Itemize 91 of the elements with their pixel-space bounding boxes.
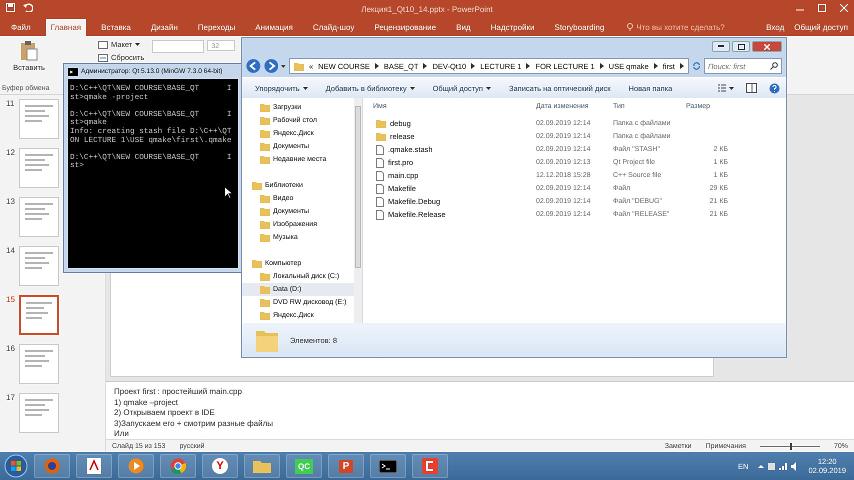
chevron-icon xyxy=(600,63,604,69)
reset-icon xyxy=(98,54,108,62)
app-logo: P xyxy=(338,460,354,472)
slide-thumbnail[interactable] xyxy=(19,393,59,433)
ribbon-tab[interactable]: Дизайн xyxy=(146,18,183,36)
taskbar-app[interactable] xyxy=(412,454,448,478)
play-icon xyxy=(128,458,144,474)
search-icon xyxy=(770,62,778,70)
dropdown-icon xyxy=(302,86,308,90)
slide-thumbnail[interactable] xyxy=(19,344,59,384)
dropdown-icon xyxy=(135,43,140,46)
ribbon-tab[interactable]: Переходы xyxy=(192,18,240,36)
slide-number: 11 xyxy=(6,99,16,108)
taskbar-app[interactable] xyxy=(370,454,406,478)
browser-icon xyxy=(170,458,186,474)
slide-number: 12 xyxy=(6,148,16,157)
maximize-icon[interactable] xyxy=(818,4,826,12)
lightbulb-icon xyxy=(627,22,634,32)
folder-icon xyxy=(256,328,278,352)
window-title: Лекция1_Qt10_14.pptx - PowerPoint xyxy=(361,4,493,14)
ribbon-tab[interactable]: Рецензирование xyxy=(369,18,442,36)
slide-number: 14 xyxy=(6,246,16,255)
taskbar-app[interactable]: Y xyxy=(202,454,238,478)
ribbon-tab[interactable]: Вид xyxy=(451,18,476,36)
sign-in-link[interactable]: Вход xyxy=(766,22,784,32)
chevron-icon xyxy=(654,63,658,69)
help-icon[interactable] xyxy=(769,82,780,94)
maximize-button[interactable] xyxy=(732,41,750,52)
ribbon-tab[interactable]: Storyboarding xyxy=(550,18,610,36)
close-icon xyxy=(764,44,770,50)
pdf-icon xyxy=(87,458,101,474)
taskbar-app[interactable] xyxy=(76,454,112,478)
notes-line: 2) Открываем проект в IDE xyxy=(114,408,216,418)
notes-line: 3)Запускаем его + смотрим разные файлы xyxy=(114,418,274,429)
save-icon[interactable] xyxy=(6,3,15,12)
refresh-icon[interactable] xyxy=(692,61,701,71)
notes-line: Проект first : простейший main.cpp xyxy=(114,387,243,398)
close-icon[interactable] xyxy=(840,4,848,12)
share-button[interactable]: Общий доступ xyxy=(794,22,848,32)
ribbon-tab[interactable]: Файл xyxy=(6,18,36,36)
app-logo: QC xyxy=(295,458,313,474)
tray-icons[interactable] xyxy=(758,462,798,470)
start-button[interactable] xyxy=(4,454,28,478)
browser-logo: Y xyxy=(212,458,228,474)
console-icon xyxy=(379,460,397,472)
preview-pane-icon[interactable] xyxy=(746,83,757,93)
taskbar-app[interactable] xyxy=(118,454,154,478)
app-icon xyxy=(422,458,438,474)
folder-icon xyxy=(253,459,271,473)
slide-number: 16 xyxy=(6,344,16,353)
folder-icon xyxy=(294,62,304,70)
maximize-icon xyxy=(738,44,744,50)
notes-pane[interactable]: Проект first : простейший main.cpp 1) qmake –project 2) Открываем проект в IDE 3)Запускаем его + смотрим разные файлы Или xyxy=(106,381,854,439)
dropdown-icon xyxy=(281,64,286,68)
mouse-cursor-icon xyxy=(224,186,232,199)
ribbon-tab[interactable]: Слайд-шоу xyxy=(308,18,360,36)
clipboard-icon[interactable] xyxy=(20,41,38,61)
forward-icon[interactable] xyxy=(264,58,278,74)
chevron-icon xyxy=(423,63,428,69)
chevron-icon xyxy=(526,63,530,69)
chevron-icon xyxy=(680,63,684,69)
layout-icon xyxy=(98,40,108,48)
slide-thumbnail[interactable] xyxy=(19,295,59,335)
slide-number: 15 xyxy=(6,295,16,304)
slide-thumbnail[interactable] xyxy=(19,197,59,237)
slide-number: 13 xyxy=(6,197,16,206)
console-icon xyxy=(68,68,78,76)
minimize-button[interactable] xyxy=(712,41,730,52)
minimize-icon xyxy=(718,45,724,48)
slide-thumbnail[interactable] xyxy=(19,99,59,139)
view-options-icon[interactable] xyxy=(718,84,734,92)
ribbon-tab[interactable]: Анимация xyxy=(250,18,298,36)
undo-icon[interactable] xyxy=(23,3,33,12)
font-name-field[interactable] xyxy=(152,40,204,53)
chevron-icon xyxy=(471,63,476,69)
dropdown-icon xyxy=(486,86,491,90)
slide-thumbnail[interactable] xyxy=(19,148,59,188)
chevron-icon xyxy=(374,63,379,69)
slide-thumbnail[interactable] xyxy=(19,246,59,286)
close-button[interactable] xyxy=(752,41,782,52)
ribbon-tab[interactable]: Вставка xyxy=(96,18,136,36)
back-icon[interactable] xyxy=(246,58,261,74)
taskbar-app[interactable]: P xyxy=(328,454,364,478)
slide-number: 17 xyxy=(6,393,16,402)
notes-line: 1) qmake –project xyxy=(114,398,180,408)
ribbon-tab[interactable]: Главная xyxy=(46,18,86,36)
scrollbar[interactable] xyxy=(354,98,362,323)
browser-icon xyxy=(44,458,60,474)
dropdown-icon xyxy=(410,86,415,90)
notes-line: Или xyxy=(114,429,130,439)
ribbon-tab[interactable]: Надстройки xyxy=(486,18,540,36)
